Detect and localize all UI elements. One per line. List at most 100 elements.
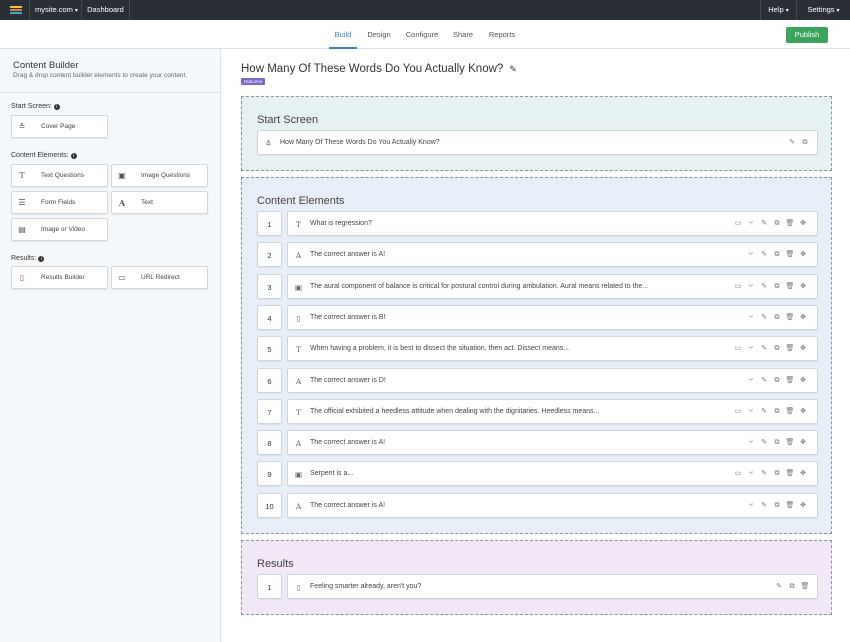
tab-reports[interactable]: Reports bbox=[484, 20, 520, 49]
duplicate-icon[interactable]: ⧉ bbox=[772, 250, 782, 260]
preview-icon[interactable]: ▭ bbox=[733, 219, 743, 229]
content-card[interactable]: A The correct answer is A! ⑂ ✎ ⧉ 🗑 ✥ bbox=[287, 242, 818, 268]
branch-icon[interactable]: ⑂ bbox=[746, 501, 756, 511]
branch-icon[interactable]: ⑂ bbox=[746, 407, 756, 417]
tile-text[interactable]: A Text bbox=[111, 191, 208, 214]
edit-icon[interactable]: ✎ bbox=[759, 438, 769, 448]
trash-icon[interactable]: 🗑 bbox=[785, 469, 795, 479]
preview-icon[interactable]: ▭ bbox=[733, 344, 743, 354]
edit-icon[interactable]: ✎ bbox=[759, 219, 769, 229]
branch-icon[interactable]: ⑂ bbox=[746, 250, 756, 260]
trash-icon[interactable]: 🗑 bbox=[785, 219, 795, 229]
trash-icon[interactable]: 🗑 bbox=[785, 250, 795, 260]
tile-results-builder[interactable]: ▯ Results Builder bbox=[11, 266, 108, 289]
duplicate-icon[interactable]: ⧉ bbox=[772, 376, 782, 386]
move-icon[interactable]: ✥ bbox=[798, 344, 808, 354]
duplicate-icon[interactable]: ⧉ bbox=[772, 469, 782, 479]
edit-icon[interactable]: ✎ bbox=[759, 376, 769, 386]
dashboard-link[interactable]: Dashboard bbox=[82, 0, 130, 20]
app-logo-icon[interactable] bbox=[0, 0, 30, 20]
tile-url-redirect[interactable]: ▭ URL Redirect bbox=[111, 266, 208, 289]
content-card[interactable]: T The official exhibited a heedless attit… bbox=[287, 398, 818, 424]
duplicate-icon[interactable]: ⧉ bbox=[787, 582, 797, 592]
edit-icon[interactable]: ✎ bbox=[759, 282, 769, 292]
move-icon[interactable]: ✥ bbox=[798, 282, 808, 292]
tab-build[interactable]: Build bbox=[329, 20, 357, 49]
tile-form-fields[interactable]: ☰ Form Fields bbox=[11, 191, 108, 214]
edit-icon[interactable]: ✎ bbox=[759, 250, 769, 260]
help-menu[interactable]: Help ▾ bbox=[760, 0, 796, 20]
content-card[interactable]: ▣ Serpent is a... ▭ ⑂ ✎ ⧉ 🗑 ✥ bbox=[287, 461, 818, 487]
text-icon: T bbox=[295, 220, 301, 229]
trash-icon[interactable]: 🗑 bbox=[785, 501, 795, 511]
move-icon[interactable]: ✥ bbox=[798, 438, 808, 448]
branch-icon[interactable]: ⑂ bbox=[746, 313, 756, 323]
content-card[interactable]: ▯ The correct answer is B! ⑂ ✎ ⧉ 🗑 ✥ bbox=[287, 304, 818, 330]
preview-icon[interactable]: ▭ bbox=[733, 469, 743, 479]
trash-icon[interactable]: 🗑 bbox=[785, 282, 795, 292]
move-icon[interactable]: ✥ bbox=[798, 407, 808, 417]
content-card[interactable]: ▣ The aural component of balance is criti… bbox=[287, 273, 818, 299]
settings-menu[interactable]: Settings ▾ bbox=[796, 0, 850, 20]
duplicate-icon[interactable]: ⧉ bbox=[772, 344, 782, 354]
branch-icon[interactable]: ⑂ bbox=[746, 344, 756, 354]
duplicate-icon[interactable]: ⧉ bbox=[772, 438, 782, 448]
tab-configure[interactable]: Configure bbox=[402, 20, 442, 49]
duplicate-icon[interactable]: ⧉ bbox=[772, 313, 782, 323]
branch-icon[interactable]: ⑂ bbox=[746, 219, 756, 229]
edit-pencil-icon[interactable]: ✎ bbox=[509, 64, 517, 74]
preview-icon[interactable]: ▭ bbox=[733, 282, 743, 292]
tab-share[interactable]: Share bbox=[450, 20, 476, 49]
trash-icon[interactable]: 🗑 bbox=[785, 313, 795, 323]
info-icon[interactable]: i bbox=[38, 256, 45, 262]
duplicate-icon[interactable]: ⧉ bbox=[772, 501, 782, 511]
edit-icon[interactable]: ✎ bbox=[759, 344, 769, 354]
duplicate-icon[interactable]: ⧉ bbox=[800, 138, 810, 148]
trash-icon[interactable]: 🗑 bbox=[800, 582, 810, 592]
info-icon[interactable]: i bbox=[53, 104, 60, 110]
edit-icon[interactable]: ✎ bbox=[759, 407, 769, 417]
move-icon[interactable]: ✥ bbox=[798, 219, 808, 229]
content-card[interactable]: A The correct answer is D! ⑂ ✎ ⧉ 🗑 ✥ bbox=[287, 367, 818, 393]
move-icon[interactable]: ✥ bbox=[798, 250, 808, 260]
tile-image-questions[interactable]: ▣ Image Questions bbox=[111, 164, 208, 187]
duplicate-icon[interactable]: ⧉ bbox=[772, 282, 782, 292]
tile-image-or-video[interactable]: ▤ Image or Video bbox=[11, 218, 108, 241]
branch-icon[interactable]: ⑂ bbox=[746, 438, 756, 448]
image-icon: ▣ bbox=[294, 282, 303, 292]
edit-icon[interactable]: ✎ bbox=[774, 582, 784, 592]
tile-text-questions[interactable]: T Text Questions bbox=[11, 164, 108, 187]
trash-icon[interactable]: 🗑 bbox=[785, 344, 795, 354]
trash-icon[interactable]: 🗑 bbox=[785, 407, 795, 417]
info-icon[interactable]: i bbox=[70, 153, 77, 159]
branch-icon[interactable]: ⑂ bbox=[746, 282, 756, 292]
content-card[interactable]: A The correct answer is A! ⑂ ✎ ⧉ 🗑 ✥ bbox=[287, 492, 818, 518]
duplicate-icon[interactable]: ⧉ bbox=[772, 407, 782, 417]
branch-icon[interactable]: ⑂ bbox=[746, 469, 756, 479]
result-card[interactable]: ▯ Feeling smarter already, aren't you? ✎… bbox=[287, 574, 818, 599]
trash-icon[interactable]: 🗑 bbox=[785, 376, 795, 386]
tab-design[interactable]: Design bbox=[364, 20, 394, 49]
duplicate-icon[interactable]: ⧉ bbox=[772, 219, 782, 229]
trash-icon[interactable]: 🗑 bbox=[785, 438, 795, 448]
edit-icon[interactable]: ✎ bbox=[759, 313, 769, 323]
edit-icon[interactable]: ✎ bbox=[759, 469, 769, 479]
content-card[interactable]: A The correct answer is A! ⑂ ✎ ⧉ 🗑 ✥ bbox=[287, 430, 818, 456]
preview-icon[interactable]: ▭ bbox=[733, 407, 743, 417]
edit-icon[interactable]: ✎ bbox=[759, 501, 769, 511]
content-card[interactable]: T When having a problem, it is best to di… bbox=[287, 336, 818, 362]
edit-icon[interactable]: ✎ bbox=[787, 138, 797, 148]
move-icon[interactable]: ✥ bbox=[798, 501, 808, 511]
move-icon[interactable]: ✥ bbox=[798, 376, 808, 386]
move-icon[interactable]: ✥ bbox=[798, 313, 808, 323]
branch-icon[interactable]: ⑂ bbox=[746, 376, 756, 386]
publish-button[interactable]: Publish bbox=[786, 27, 828, 43]
cover-page-card[interactable]: ≛ How Many Of These Words Do You Actuall… bbox=[257, 130, 818, 155]
site-selector[interactable]: mysite.com ▾ bbox=[30, 0, 82, 20]
content-card[interactable]: T What is regression? ▭ ⑂ ✎ ⧉ 🗑 ✥ bbox=[287, 211, 818, 236]
row-number: 1 bbox=[257, 211, 282, 236]
tile-cover-page[interactable]: ≛ Cover Page bbox=[11, 115, 108, 138]
row-number: 5 bbox=[257, 336, 282, 362]
cover-page-icon: ≛ bbox=[18, 122, 26, 131]
move-icon[interactable]: ✥ bbox=[798, 469, 808, 479]
